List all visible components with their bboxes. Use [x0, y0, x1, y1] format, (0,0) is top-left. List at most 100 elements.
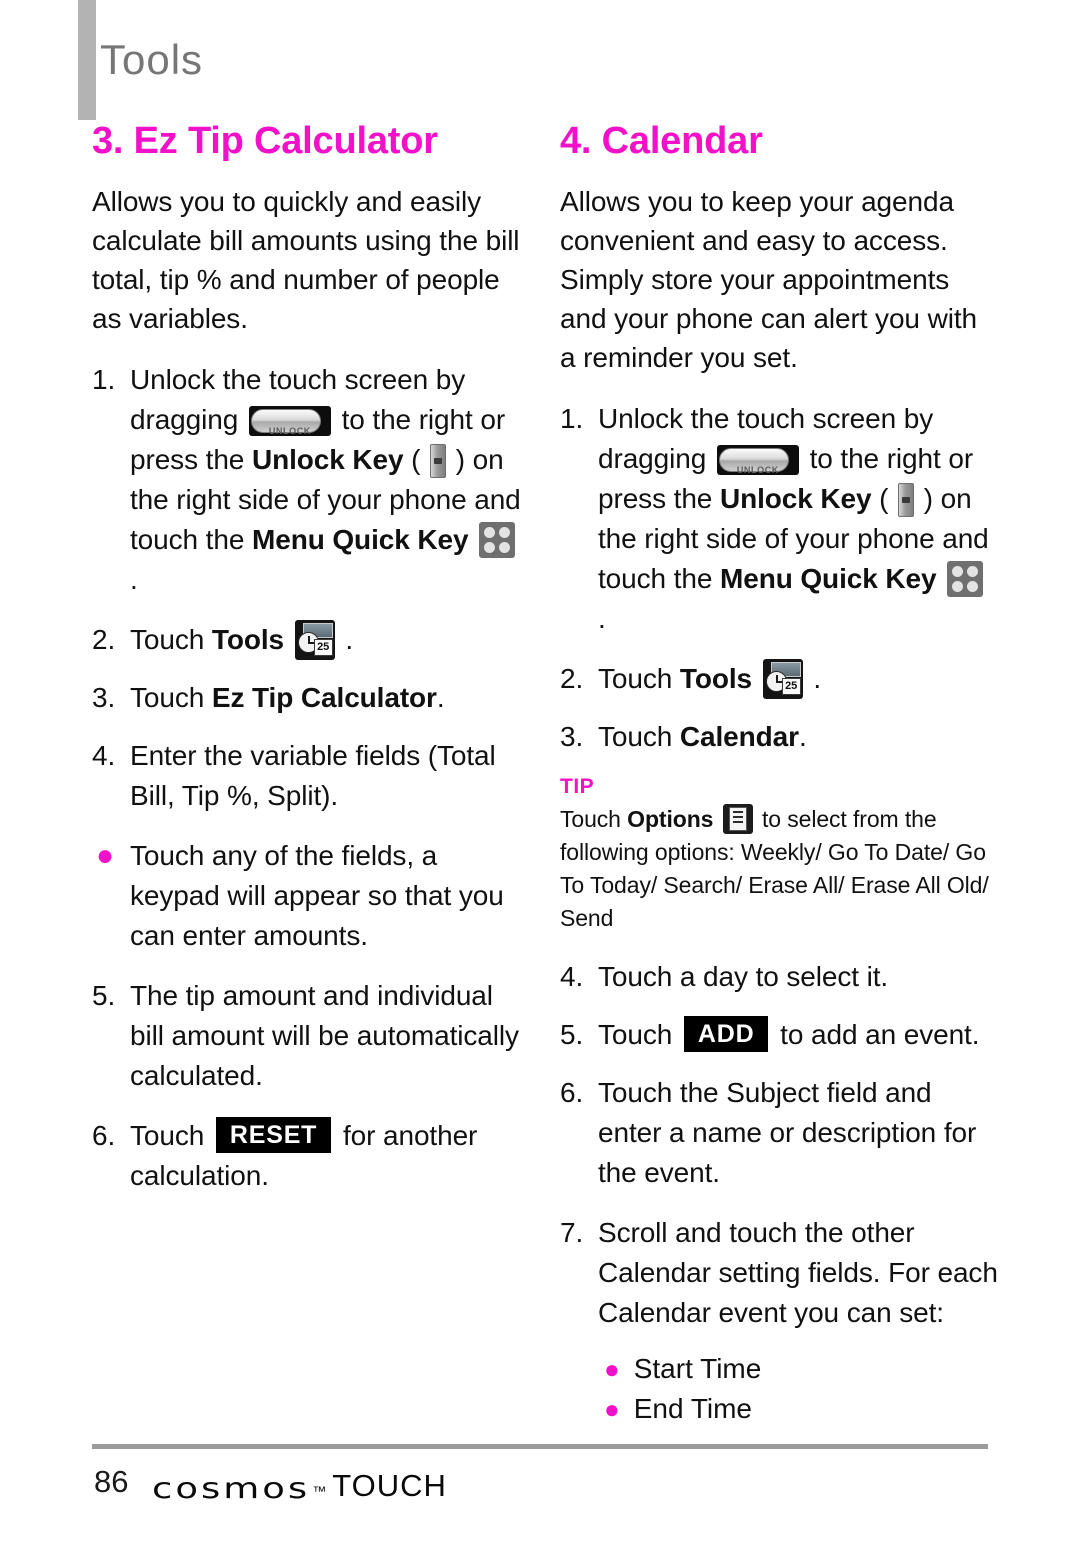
page-title: Tools	[100, 36, 204, 83]
add-button[interactable]: ADD	[683, 1016, 769, 1052]
section-title-ez-tip-calculator: 3. Ez Tip Calculator	[92, 120, 438, 162]
step-marker: 4.	[92, 740, 116, 771]
step-item: 4. Enter the variable fields (Total Bill…	[92, 736, 532, 816]
step-marker: 4.	[560, 961, 584, 992]
step-text: .	[436, 682, 445, 713]
tip-block: TIP Touch Options to select from the fol…	[560, 775, 1000, 935]
menu-key-dot	[499, 527, 511, 538]
step-text: .	[798, 721, 807, 752]
options-icon-line	[732, 816, 743, 818]
page-footer: 86 cosmos ™ TOUCH	[0, 1440, 1080, 1552]
unlock-key-nub	[902, 497, 911, 503]
menu-key-dot	[967, 581, 979, 592]
step-text: .	[813, 663, 822, 694]
options-icon-sheet	[728, 807, 747, 831]
column-calendar: 4. Calendar Allows you to keep your agen…	[560, 122, 1000, 1429]
step-text: (	[879, 483, 889, 514]
step-text: Touch	[598, 1019, 673, 1050]
unlock-slider-icon[interactable]: UNLOCK	[248, 406, 331, 436]
step-marker: 2.	[92, 624, 116, 655]
step-bold-term: Calendar	[679, 721, 799, 752]
unlock-slider-label: UNLOCK	[268, 426, 311, 436]
step-text: Touch	[598, 721, 673, 752]
inline-bullet-label: End Time	[633, 1393, 752, 1424]
tip-text: Touch	[560, 806, 621, 832]
inline-bullet-label: Start Time	[633, 1353, 762, 1384]
reset-button[interactable]: RESET	[215, 1117, 332, 1153]
step-text: Touch	[598, 663, 673, 694]
unlock-key-nub	[434, 458, 443, 464]
tip-bold-term: Options	[627, 806, 714, 832]
step-marker: 1.	[560, 403, 584, 434]
step-marker: 1.	[92, 364, 116, 395]
trademark-icon: ™	[312, 1483, 327, 1499]
menu-key-dot	[484, 527, 496, 538]
step-marker: 3.	[560, 721, 584, 752]
step-item: 6. Touch the Subject field and enter a n…	[560, 1073, 1000, 1193]
step-item: 1. Unlock the touch screen by dragging U…	[92, 360, 532, 600]
brand-cosmos-wordmark: cosmos	[152, 1471, 311, 1505]
tip-label: TIP	[560, 775, 595, 798]
step-bold-term: Menu Quick Key	[720, 563, 937, 594]
step-text: .	[345, 624, 354, 655]
section-intro-calendar: Allows you to keep your agenda convenien…	[560, 186, 977, 373]
step-item: 4. Touch a day to select it.	[560, 957, 1000, 997]
step-marker: 5.	[560, 1019, 584, 1050]
tip-text: to select from the following options: We…	[560, 806, 989, 931]
section-intro-ez-tip-calculator: Allows you to quickly and easily calcula…	[92, 186, 520, 334]
step-text: Touch	[130, 624, 205, 655]
inline-bullet-item: ● End Time	[604, 1389, 752, 1429]
menu-key-dot	[952, 581, 964, 592]
tip-body: Touch Options to select from the followi…	[560, 803, 1000, 935]
options-icon-line	[732, 821, 743, 823]
unlock-slider-label: UNLOCK	[736, 465, 779, 475]
menu-key-dot	[967, 566, 979, 577]
unlock-slider-icon[interactable]: UNLOCK	[716, 445, 799, 475]
step-text: .	[598, 603, 606, 634]
step-item: 7. Scroll and touch the other Calendar s…	[560, 1213, 1000, 1333]
step-item: 6. Touch RESET for another calculation.	[92, 1116, 532, 1196]
step-bold-term: Tools	[211, 624, 284, 655]
bullet-text: Touch any of the fields, a keypad will a…	[130, 840, 504, 951]
bullet-item: ● Touch any of the fields, a keypad will…	[92, 836, 532, 956]
bullet-marker: ●	[604, 1394, 620, 1424]
step-item: 1. Unlock the touch screen by dragging U…	[560, 399, 1000, 639]
step-text: Touch a day to select it.	[598, 961, 889, 992]
step-item: 5. Touch ADD to add an event.	[560, 1015, 1000, 1055]
step-item: 3. Touch Ez Tip Calculator.	[92, 678, 532, 718]
step-text: (	[411, 444, 421, 475]
unlock-key-icon[interactable]	[898, 483, 915, 517]
step-text: Touch	[130, 1120, 205, 1151]
column-ez-tip-calculator: 3. Ez Tip Calculator Allows you to quick…	[92, 122, 532, 1216]
step-marker: 7.	[560, 1217, 584, 1248]
unlock-key-icon[interactable]	[430, 444, 447, 478]
options-icon[interactable]	[722, 804, 753, 834]
step-bold-term: Tools	[679, 663, 752, 694]
brand-touch-wordmark: TOUCH	[332, 1468, 447, 1503]
tools-icon-calendar-day: 25	[313, 639, 333, 656]
step-marker: 3.	[92, 682, 116, 713]
bullet-marker: ●	[96, 839, 115, 872]
step-item: 2. Touch Tools 25 .	[92, 620, 532, 660]
options-icon-line	[732, 811, 743, 813]
step-text: Touch	[130, 682, 205, 713]
step-text: to add an event.	[780, 1019, 980, 1050]
step-text: Enter the variable fields (Total Bill, T…	[130, 740, 496, 811]
step-marker: 5.	[92, 980, 116, 1011]
tools-icon[interactable]: 25	[762, 659, 803, 699]
step-text: .	[130, 564, 138, 595]
tools-icon[interactable]: 25	[294, 620, 335, 660]
step-marker: 6.	[92, 1120, 116, 1151]
menu-key-dot	[499, 542, 511, 553]
step-item: 2. Touch Tools 25 .	[560, 659, 1000, 699]
inline-bullet-item: ● Start Time	[604, 1349, 761, 1389]
inline-bullet-row: ● Start Time ● End Time	[604, 1349, 1000, 1429]
step-text: Scroll and touch the other Calendar sett…	[598, 1217, 998, 1328]
bullet-marker: ●	[604, 1354, 620, 1384]
step-item: 3. Touch Calendar.	[560, 717, 1000, 757]
menu-key-dot	[952, 566, 964, 577]
menu-quick-key-icon[interactable]	[479, 522, 516, 558]
step-item: 5. The tip amount and individual bill am…	[92, 976, 532, 1096]
menu-quick-key-icon[interactable]	[947, 561, 984, 597]
header-accent-bar	[78, 0, 96, 120]
